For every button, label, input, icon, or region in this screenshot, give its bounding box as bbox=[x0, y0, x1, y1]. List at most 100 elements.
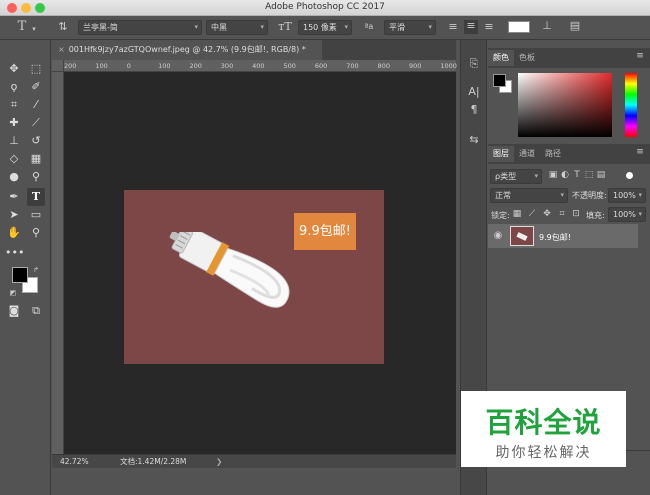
zoom-level[interactable]: 42.72% bbox=[60, 455, 89, 468]
ruler-tick-label: 600 bbox=[314, 62, 328, 70]
watermark-subtitle: 助你轻松解决 bbox=[495, 445, 592, 461]
antialias-dropdown[interactable]: 平滑 ▾ bbox=[384, 20, 436, 35]
healing-brush-icon[interactable]: ✚ bbox=[5, 114, 23, 132]
pen-tool-icon[interactable]: ✒ bbox=[5, 188, 23, 206]
quick-mask-icon[interactable]: ◙ bbox=[5, 302, 23, 320]
font-size-dropdown[interactable]: 150 像素 ▾ bbox=[298, 20, 352, 35]
ruler-tick-label: 200 bbox=[189, 62, 202, 70]
fill-input[interactable]: 100% ▾ bbox=[608, 207, 646, 222]
text-color-swatch[interactable] bbox=[508, 21, 530, 33]
zoom-tool-icon[interactable]: ⚲ bbox=[27, 224, 45, 242]
ruler-tick-label: 0 bbox=[126, 62, 131, 70]
gradient-tool-icon[interactable]: ▦ bbox=[27, 150, 45, 168]
vertical-ruler bbox=[52, 72, 64, 454]
ruler-tick-label: 900 bbox=[408, 62, 422, 70]
swap-colors-icon[interactable]: ↱ bbox=[32, 264, 40, 276]
text-orientation-icon[interactable]: ⇅ bbox=[56, 21, 70, 33]
eraser-tool-icon[interactable]: ◇ bbox=[5, 150, 23, 168]
marquee-tool-icon[interactable]: ⬚ bbox=[27, 60, 45, 78]
foreground-color-top bbox=[12, 267, 28, 283]
lock-label: 锁定: bbox=[491, 211, 510, 220]
screen-mode-icon[interactable]: ⧉ bbox=[27, 302, 45, 320]
filter-shape-icon[interactable]: ⬚ bbox=[584, 169, 594, 181]
antialias-icon: ªa bbox=[364, 22, 374, 31]
tab-layers[interactable]: 图层 bbox=[488, 146, 514, 162]
tab-paths[interactable]: 路径 bbox=[540, 146, 566, 162]
ruler-tick-label: 700 bbox=[346, 62, 359, 70]
character-panel-icon[interactable]: A| bbox=[466, 86, 482, 98]
eyedropper-tool-icon[interactable]: ⁄ bbox=[27, 96, 45, 114]
ruler-tick-label: 100 bbox=[158, 62, 171, 70]
filter-adjustment-icon[interactable]: ◐ bbox=[560, 169, 570, 181]
layer-name[interactable]: 9.9包邮! bbox=[539, 232, 571, 243]
layers-menu-icon[interactable]: ≡ bbox=[634, 146, 646, 158]
blur-tool-icon[interactable]: ● bbox=[5, 168, 23, 186]
status-menu-arrow[interactable]: ❯ bbox=[216, 455, 222, 468]
lock-position-icon[interactable]: ✥ bbox=[542, 208, 552, 220]
lock-artboard-icon[interactable]: ⌗ bbox=[557, 208, 567, 220]
hand-tool-icon[interactable]: ✋ bbox=[5, 224, 23, 242]
ruler-marks: 200 100 0 100 200 300 400 500 600 700 800 900 1000 bbox=[64, 60, 457, 72]
align-right-icon[interactable]: ≡ bbox=[482, 21, 496, 33]
filter-pixel-icon[interactable]: ▣ bbox=[548, 169, 558, 181]
ruler-tick-label: 500 bbox=[283, 62, 296, 70]
brush-tool-icon[interactable]: ⟋ bbox=[27, 114, 45, 132]
document-tab[interactable]: × 001Hfk9jzy7azGTQOwnef.jpeg @ 42.7% (9.9… bbox=[52, 40, 322, 60]
font-family-dropdown[interactable]: 兰亭黑-简 ▾ bbox=[78, 20, 202, 35]
panel-foreground-swatch[interactable] bbox=[493, 74, 506, 87]
color-field[interactable] bbox=[518, 73, 612, 137]
ruler-origin[interactable] bbox=[52, 60, 64, 72]
panel-menu-icon[interactable]: ≡ bbox=[634, 50, 646, 62]
more-tools-icon[interactable]: ••• bbox=[5, 244, 24, 262]
font-style-dropdown[interactable]: 中黑 ▾ bbox=[206, 20, 268, 35]
character-panel-icon[interactable]: ▤ bbox=[568, 20, 582, 32]
move-tool-icon[interactable]: ✥ bbox=[5, 60, 23, 78]
align-center-icon[interactable]: ≡ bbox=[464, 20, 478, 34]
history-panel-icon[interactable]: ⎘ bbox=[466, 58, 482, 70]
align-left-icon[interactable]: ≡ bbox=[446, 21, 460, 33]
lock-pixels-icon[interactable]: ⟋ bbox=[527, 208, 537, 220]
warp-text-icon[interactable]: ⊥ bbox=[540, 20, 554, 32]
ruler-tick-label: 300 bbox=[220, 62, 234, 70]
light-bulb-image bbox=[169, 232, 290, 308]
dodge-tool-icon[interactable]: ⚲ bbox=[27, 168, 45, 186]
ruler-tick-label: 200 bbox=[64, 62, 77, 70]
tab-channels[interactable]: 通道 bbox=[514, 146, 540, 162]
adjustments-panel-icon[interactable]: ⇆ bbox=[466, 134, 482, 146]
lasso-tool-icon[interactable]: ϙ bbox=[5, 78, 23, 96]
lock-all-icon[interactable]: ⊡ bbox=[571, 208, 581, 220]
crop-tool-icon[interactable]: ⌗ bbox=[5, 96, 23, 114]
filter-smart-object-icon[interactable]: ▤ bbox=[596, 169, 606, 181]
tab-color[interactable]: 颜色 bbox=[488, 50, 514, 66]
close-tab-icon[interactable]: × bbox=[58, 45, 65, 54]
layer-filter-dropdown[interactable]: ρ类型 ▾ bbox=[490, 169, 542, 184]
quick-select-tool-icon[interactable]: ✐ bbox=[27, 78, 45, 96]
path-select-icon[interactable]: ➤ bbox=[5, 206, 23, 224]
fill-label: 填充: bbox=[586, 211, 605, 220]
document-tab-label: 001Hfk9jzy7azGTQOwnef.jpeg @ 42.7% (9.9包… bbox=[68, 45, 306, 54]
price-tag-text-layer[interactable]: 9.9包邮! bbox=[294, 213, 356, 250]
opacity-input[interactable]: 100% ▾ bbox=[608, 188, 646, 203]
filter-type-icon[interactable]: T bbox=[572, 169, 582, 181]
layer-thumbnail bbox=[510, 226, 534, 246]
type-tool-icon[interactable]: T bbox=[27, 188, 45, 206]
hue-slider[interactable] bbox=[625, 73, 637, 137]
tab-swatches[interactable]: 色板 bbox=[514, 50, 540, 66]
default-colors-icon[interactable]: ◩ bbox=[9, 287, 17, 299]
chevron-down-icon[interactable]: ▾ bbox=[30, 23, 38, 35]
ruler-tick-label: 800 bbox=[377, 62, 391, 70]
rectangle-tool-icon[interactable]: ▭ bbox=[27, 206, 45, 224]
history-brush-icon[interactable]: ↺ bbox=[27, 132, 45, 150]
filter-toggle[interactable] bbox=[626, 172, 633, 179]
status-bar: 42.72% 文档:1.42M/2.28M ❯ bbox=[52, 454, 456, 468]
window-title: Adobe Photoshop CC 2017 bbox=[265, 2, 385, 12]
blend-mode-dropdown[interactable]: 正常 ▾ bbox=[490, 188, 568, 203]
type-tool-preset[interactable]: T bbox=[14, 20, 30, 33]
lock-transparency-icon[interactable]: ▦ bbox=[512, 208, 522, 220]
eye-icon[interactable]: ◉ bbox=[492, 230, 504, 242]
font-size-icon: ᴛT bbox=[278, 20, 292, 33]
ruler-tick-label: 100 bbox=[95, 62, 108, 70]
clone-stamp-icon[interactable]: ⊥ bbox=[5, 132, 23, 150]
paragraph-panel-icon[interactable]: ¶ bbox=[466, 104, 482, 116]
opacity-label: 不透明度: bbox=[572, 191, 607, 200]
